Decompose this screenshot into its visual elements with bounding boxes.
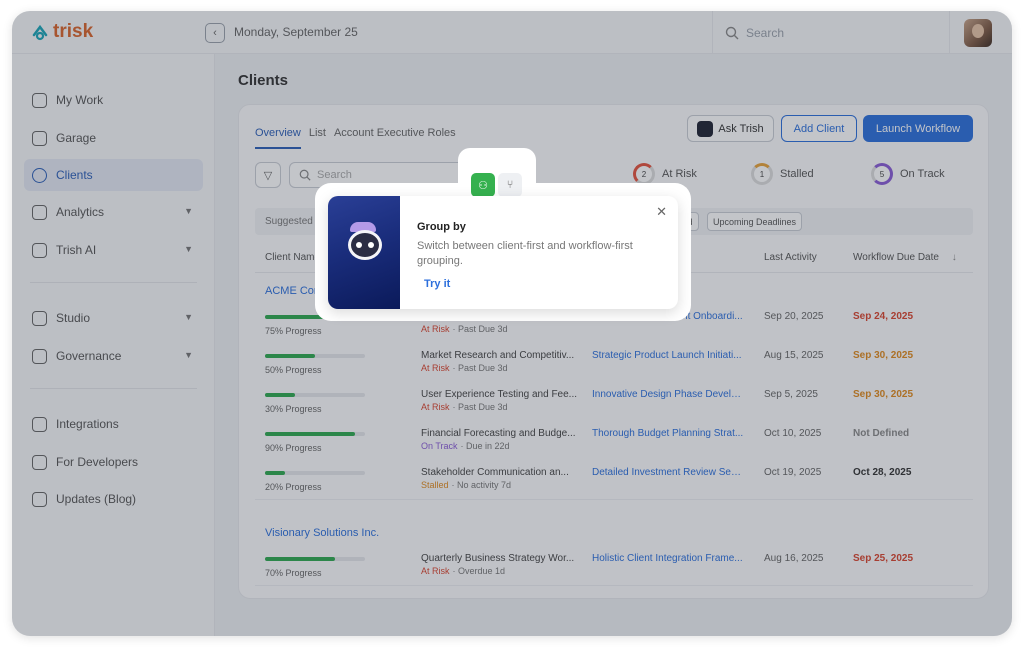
try-it-link[interactable]: Try it — [424, 278, 450, 290]
robot-icon — [348, 230, 382, 260]
group-by-tooltip: Group by Switch between client-first and… — [328, 196, 678, 309]
branch-icon: ⑂ — [506, 179, 514, 191]
close-icon[interactable]: ✕ — [656, 204, 667, 220]
group-by-workflow-button[interactable]: ⑂ — [498, 173, 522, 197]
tour-overlay — [12, 11, 1012, 636]
group-by-client-button[interactable]: ⚇ — [471, 173, 495, 197]
tooltip-title: Group by — [417, 221, 466, 233]
app-window: trisk ‹ Monday, September 25 Search My W… — [12, 11, 1012, 636]
users-icon: ⚇ — [478, 179, 488, 192]
tooltip-illustration — [328, 196, 400, 309]
tooltip-description: Switch between client-first and workflow… — [417, 240, 633, 267]
